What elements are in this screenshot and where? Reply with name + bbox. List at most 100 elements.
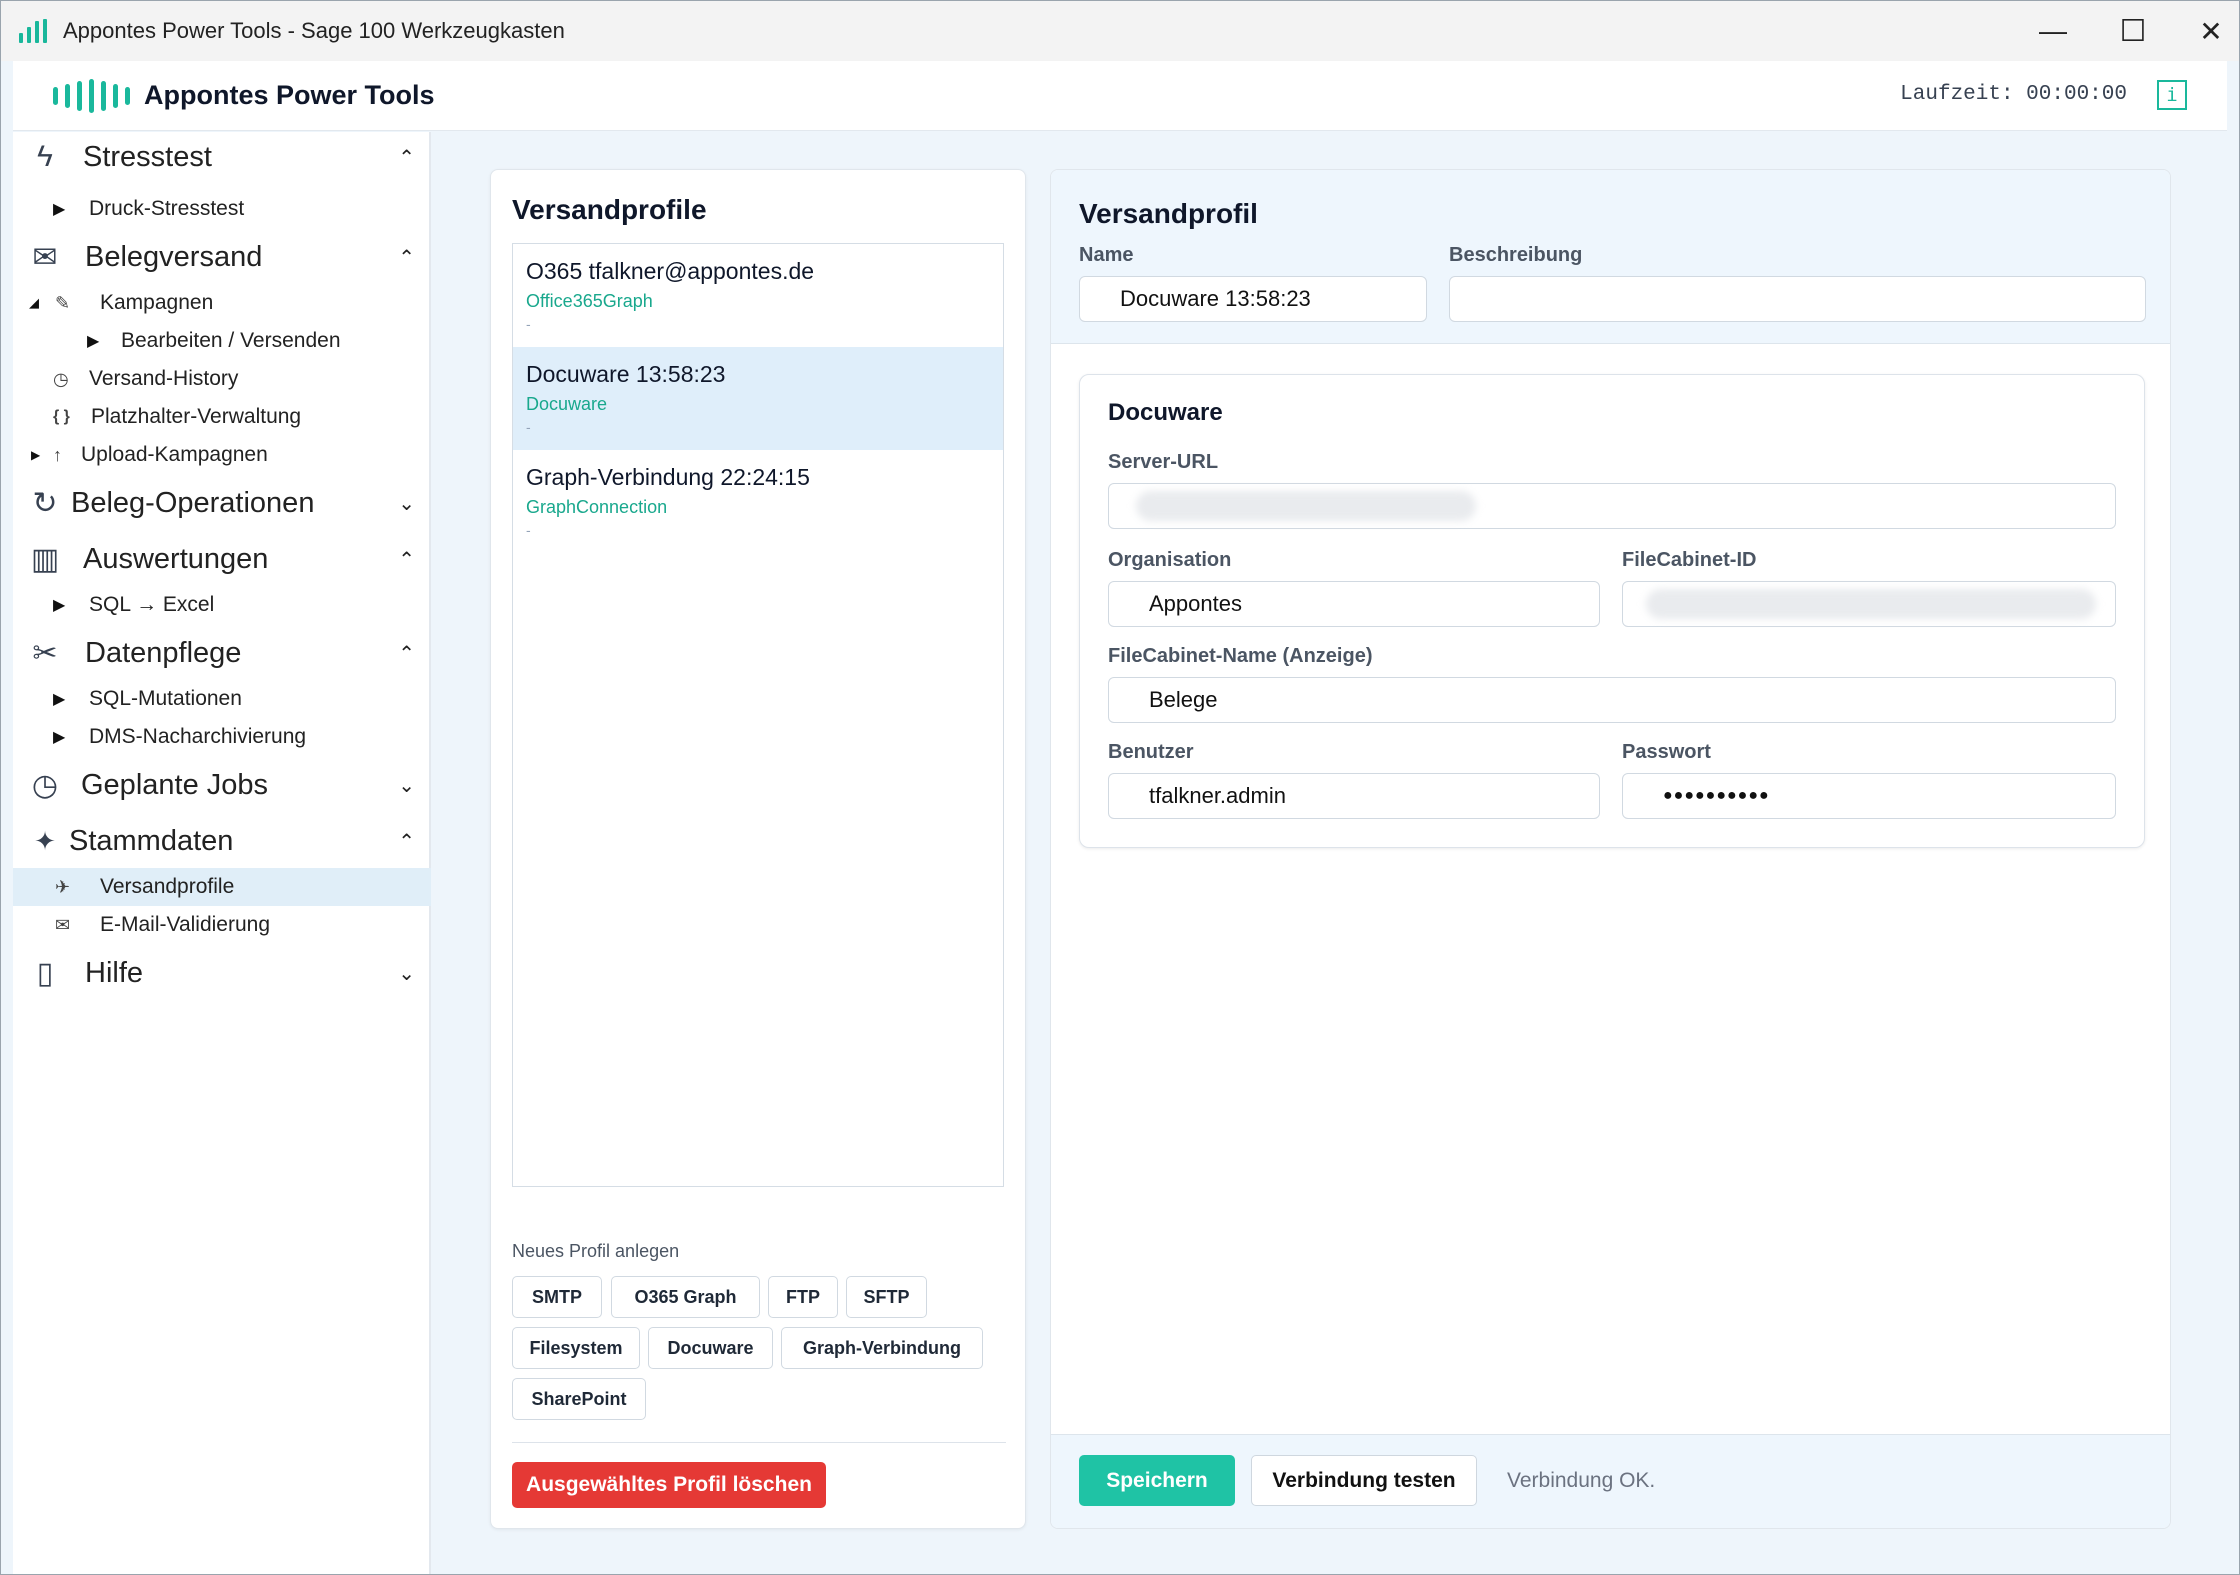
nav-section-belegversand[interactable]: ✉ Belegversand ⌃ (13, 232, 431, 282)
nav-section-auswertungen[interactable]: ▥ Auswertungen ⌃ (13, 534, 431, 584)
stopwatch-icon: ◷ (31, 768, 59, 802)
new-sharepoint-button[interactable]: SharePoint (512, 1378, 646, 1420)
redacted-value (1646, 589, 2096, 619)
profile-description: - (526, 419, 531, 435)
sidebar-item-label: Versand-History (89, 367, 239, 390)
nav-section-hilfe[interactable]: ▯ Hilfe ⌄ (13, 948, 431, 998)
filecabinet-name-field[interactable]: Belege (1108, 677, 2116, 723)
upload-icon: ↑ (53, 444, 62, 465)
sidebar-item-label: Versandprofile (100, 875, 235, 898)
sidebar-item-dms-nacharchivierung[interactable]: ▶ DMS-Nacharchivierung (13, 718, 431, 756)
delete-profile-button[interactable]: Ausgewähltes Profil löschen (512, 1462, 826, 1508)
sidebar-item-label: SQL → Excel (89, 593, 215, 616)
sidebar-item-email-validierung[interactable]: ✉ E-Mail-Validierung (13, 906, 431, 944)
expand-arrow-icon: ▶ (53, 201, 66, 218)
chevron-up-icon: ⌃ (398, 146, 415, 169)
sidebar-item-label: Druck-Stresstest (89, 197, 245, 220)
info-button[interactable]: i (2157, 80, 2187, 110)
detail-footer: Speichern Verbindung testen Verbindung O… (1051, 1434, 2170, 1528)
tools-icon: ✂ (32, 636, 58, 670)
description-label: Beschreibung (1449, 244, 1583, 266)
envelope-icon: ✉ (32, 240, 58, 274)
sidebar-item-kampagnen[interactable]: ◢ ✎ Kampagnen (13, 284, 431, 322)
profile-list-item[interactable]: Graph-Verbindung 22:24:15 GraphConnectio… (513, 450, 1003, 553)
maximize-button[interactable]: ☐ (2093, 1, 2173, 61)
pencil-icon: ✎ (55, 292, 71, 313)
filecabinet-name-label: FileCabinet-Name (Anzeige) (1108, 645, 1373, 667)
chevron-up-icon: ⌃ (398, 830, 415, 853)
passwort-label: Passwort (1622, 741, 1711, 763)
description-field[interactable] (1449, 276, 2146, 322)
new-smtp-button[interactable]: SMTP (512, 1276, 602, 1318)
sidebar-item-label: Kampagnen (100, 291, 214, 314)
profile-list-item-selected[interactable]: Docuware 13:58:23 Docuware - (513, 347, 1003, 450)
nav-section-stammdaten[interactable]: ✦ Stammdaten ⌃ (13, 816, 431, 866)
airplane-icon: ✈ (55, 876, 71, 897)
sidebar-item-platzhalter-verwaltung[interactable]: { } Platzhalter-Verwaltung (13, 398, 431, 436)
expand-arrow-icon: ▶ (53, 729, 66, 746)
app-window: Appontes Power Tools - Sage 100 Werkzeug… (0, 0, 2240, 1575)
chevron-up-icon: ⌃ (398, 246, 415, 269)
save-button[interactable]: Speichern (1079, 1455, 1235, 1506)
nav-section-stresstest[interactable]: ϟ Stresstest ⌃ (13, 132, 431, 182)
sidebar-item-sql-excel[interactable]: ▶ SQL → Excel (13, 586, 431, 624)
organisation-label: Organisation (1108, 549, 1232, 571)
logo-icon (53, 78, 130, 113)
sidebar-item-druck-stresstest[interactable]: ▶ Druck-Stresstest (13, 190, 431, 228)
chevron-up-icon: ⌃ (398, 548, 415, 571)
new-docuware-button[interactable]: Docuware (648, 1327, 773, 1369)
new-graph-verbindung-button[interactable]: Graph-Verbindung (781, 1327, 983, 1369)
expand-arrow-icon: ▶ (53, 597, 66, 614)
panel-title: Versandprofile (512, 194, 707, 225)
test-connection-button[interactable]: Verbindung testen (1251, 1455, 1477, 1506)
name-label: Name (1079, 244, 1134, 266)
nav-section-label: Beleg-Operationen (71, 486, 315, 519)
sidebar-item-label: Bearbeiten / Versenden (121, 329, 341, 352)
card-title: Docuware (1108, 399, 1223, 426)
benutzer-label: Benutzer (1108, 741, 1194, 763)
nav-section-label: Datenpflege (85, 636, 242, 669)
refresh-icon: ↻ (32, 486, 58, 520)
nav-section-label: Stammdaten (69, 824, 234, 857)
detail-header: Versandprofil Name Docuware 13:58:23 Bes… (1051, 170, 2170, 344)
docuware-settings-card: Docuware Server-URL Organisation Apponte… (1079, 374, 2145, 848)
sidebar-item-versand-history[interactable]: ◷ Versand-History (13, 360, 431, 398)
lightning-icon: ϟ (37, 140, 53, 173)
new-filesystem-button[interactable]: Filesystem (512, 1327, 640, 1369)
sidebar-item-label: DMS-Nacharchivierung (89, 725, 307, 748)
sidebar-item-upload-kampagnen[interactable]: ▶ ↑ Upload-Kampagnen (13, 436, 431, 474)
redacted-value (1136, 491, 1476, 521)
new-sftp-button[interactable]: SFTP (846, 1276, 927, 1318)
profile-list[interactable]: O365 tfalkner@appontes.de Office365Graph… (512, 243, 1004, 1187)
profile-name: Docuware 13:58:23 (526, 361, 726, 387)
chevron-up-icon: ⌃ (398, 642, 415, 665)
nav-section-beleg-operationen[interactable]: ↻ Beleg-Operationen ⌄ (13, 478, 431, 528)
book-icon: ▯ (36, 956, 54, 990)
passwort-field[interactable]: ●●●●●●●●●● (1622, 773, 2116, 819)
sidebar-item-label: SQL-Mutationen (89, 687, 242, 710)
braces-icon: { } (53, 408, 70, 425)
benutzer-field[interactable]: tfalkner.admin (1108, 773, 1600, 819)
sidebar-item-bearbeiten-versenden[interactable]: ▶ Bearbeiten / Versenden (13, 322, 431, 360)
nav-section-label: Stresstest (83, 140, 212, 173)
nav-section-geplante-jobs[interactable]: ◷ Geplante Jobs ⌄ (13, 760, 431, 810)
sparkle-icon: ✦ (34, 825, 56, 856)
collapse-arrow-icon: ◢ (29, 295, 39, 310)
minimize-button[interactable]: — (2013, 1, 2093, 61)
profile-list-item[interactable]: O365 tfalkner@appontes.de Office365Graph… (513, 244, 1003, 347)
name-field[interactable]: Docuware 13:58:23 (1079, 276, 1427, 322)
new-ftp-button[interactable]: FTP (768, 1276, 838, 1318)
sidebar-item-versandprofile[interactable]: ✈ Versandprofile (13, 868, 431, 906)
nav-section-label: Hilfe (85, 956, 144, 989)
runtime-display: Laufzeit: 00:00:00 (1900, 83, 2127, 106)
detail-title: Versandprofil (1079, 198, 1258, 229)
new-o365-graph-button[interactable]: O365 Graph (611, 1276, 760, 1318)
sidebar-item-label: E-Mail-Validierung (100, 913, 271, 936)
organisation-field[interactable]: Appontes (1108, 581, 1600, 627)
profile-type: GraphConnection (526, 497, 668, 517)
close-button[interactable]: ✕ (2171, 1, 2240, 61)
profile-name: Graph-Verbindung 22:24:15 (526, 464, 810, 490)
nav-section-datenpflege[interactable]: ✂ Datenpflege ⌃ (13, 628, 431, 678)
sidebar-item-sql-mutationen[interactable]: ▶ SQL-Mutationen (13, 680, 431, 718)
filecabinet-id-label: FileCabinet-ID (1622, 549, 1757, 571)
